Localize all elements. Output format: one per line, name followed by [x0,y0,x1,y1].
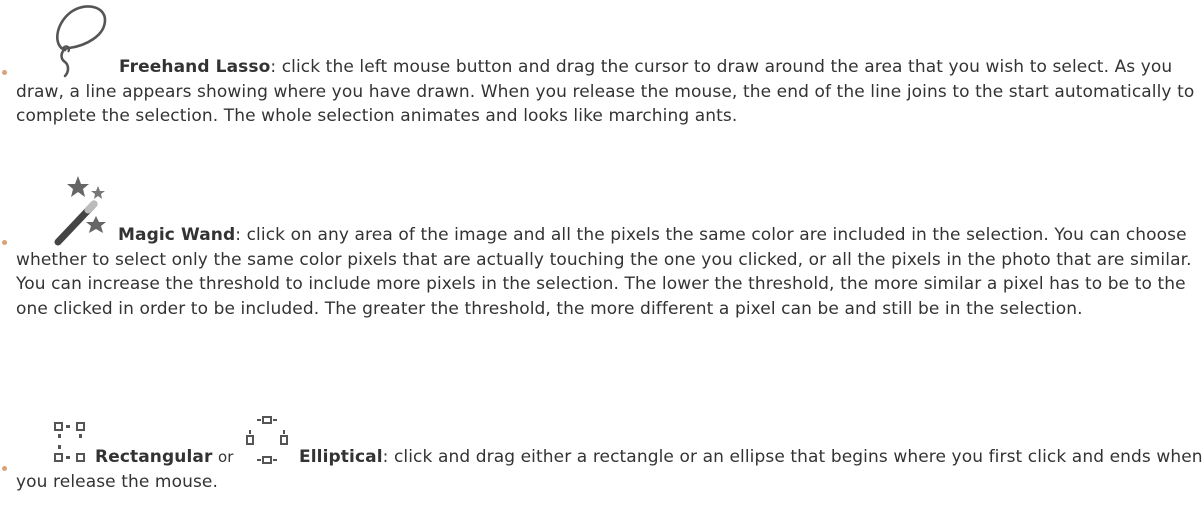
list-item-magic-wand: Magic Wand: click on any area of the ima… [0,158,1202,321]
help-document: Freehand Lasso: click the left mouse but… [0,0,1202,508]
term-freehand-lasso: Freehand Lasso [119,57,271,77]
connector-or: or [217,448,234,466]
lasso-icon [51,2,111,78]
term-rectangular: Rectangular [95,447,213,467]
list-item-rectangular-elliptical: Rectangular or Elliptical: click and dra… [0,414,1202,494]
bullet [2,240,7,245]
bullet [2,466,7,471]
term-magic-wand: Magic Wand [118,225,236,245]
bullet [2,70,7,75]
magic-wand-icon [50,160,112,246]
term-elliptical: Elliptical [299,447,383,467]
list-item-freehand-lasso: Freehand Lasso: click the left mouse but… [0,0,1202,129]
elliptical-selection-icon [243,414,291,466]
rectangular-selection-icon [53,420,89,466]
